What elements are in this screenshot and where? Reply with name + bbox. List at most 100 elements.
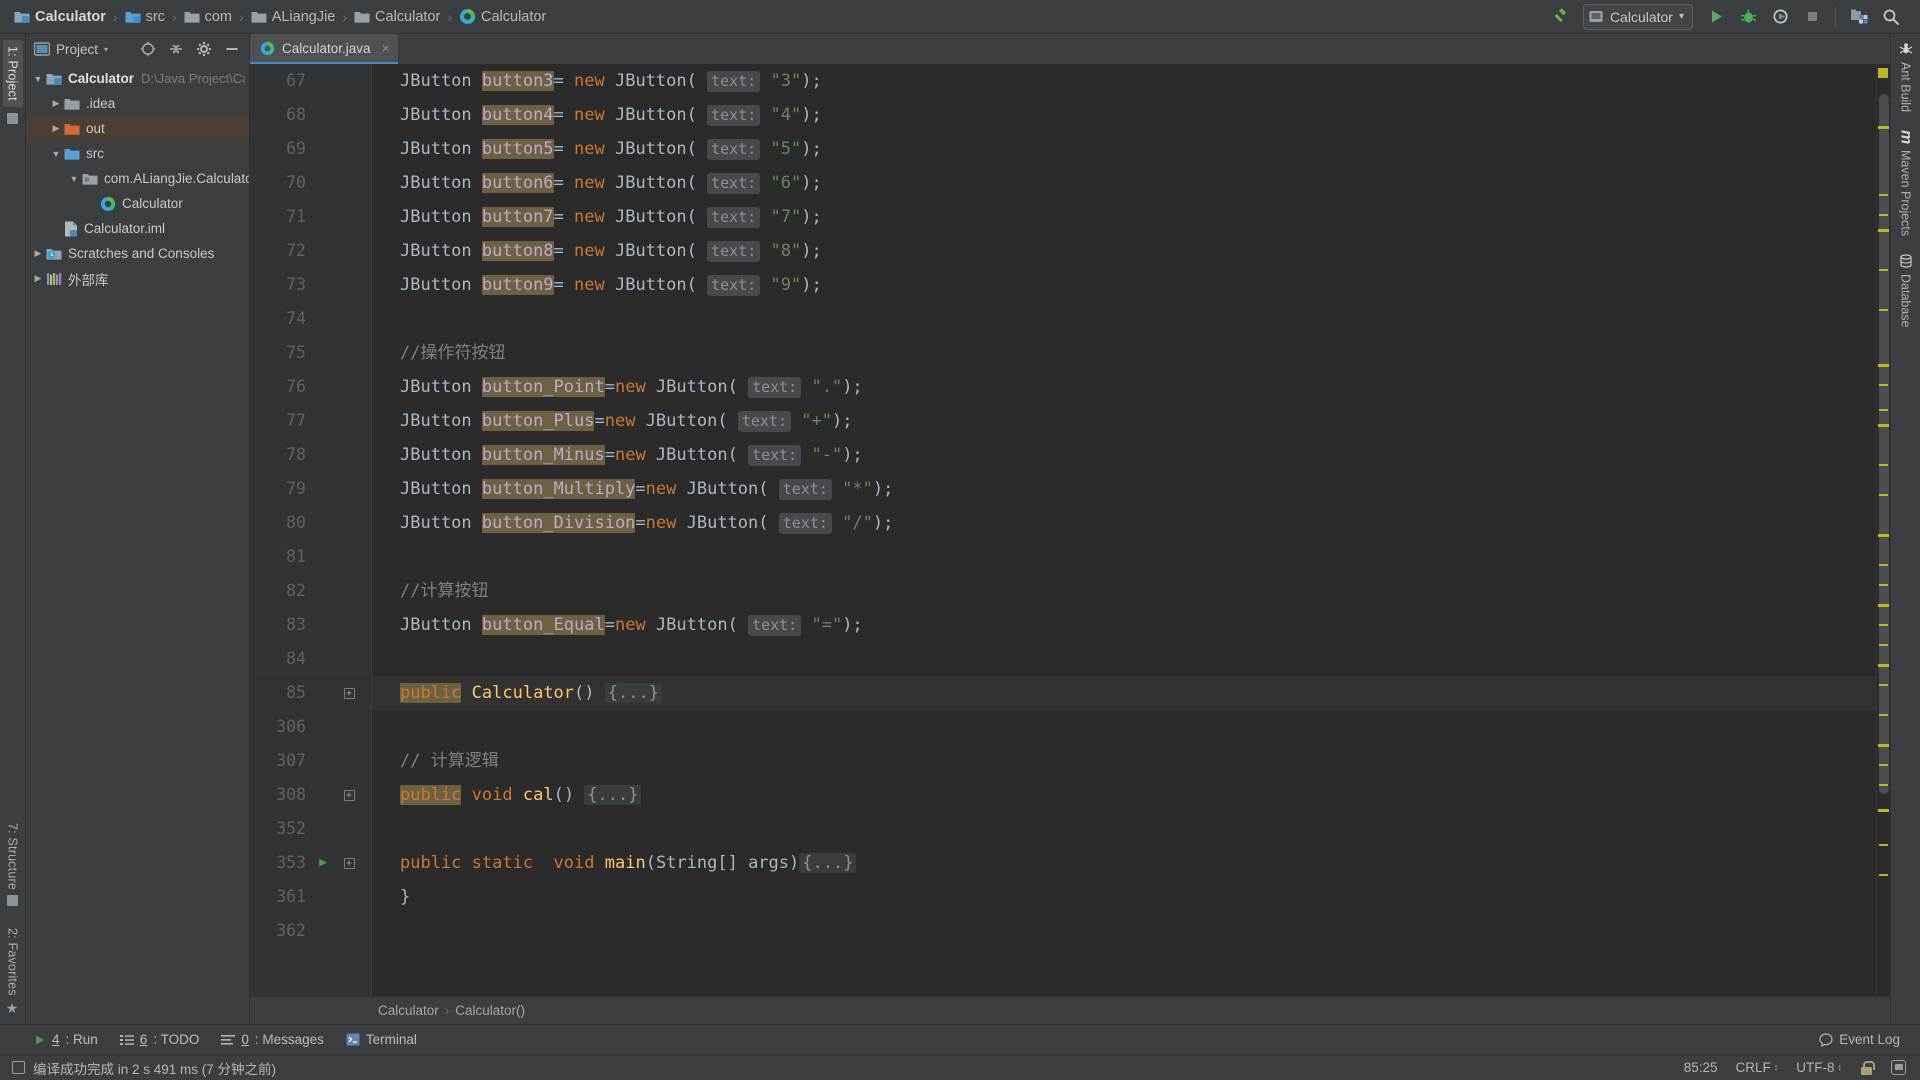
sidebar-item-structure[interactable]: 7: Structure — [3, 817, 23, 912]
chevron-right-icon[interactable]: ▶ — [48, 123, 64, 134]
tree-node-scratches-and-consoles[interactable]: ▶ Scratches and Consoles — [26, 241, 249, 266]
inspection-marker[interactable] — [1879, 584, 1888, 586]
tree-node-calculator[interactable]: Calculator — [26, 191, 249, 216]
tree-node-out[interactable]: ▶ out — [26, 116, 249, 141]
chevron-right-icon[interactable]: ▶ — [30, 273, 46, 284]
gutter-line[interactable]: 308 + — [250, 778, 371, 812]
code-line[interactable]: JButton button7= new JButton( text: "7")… — [372, 200, 1876, 234]
breadcrumb-item-aliangjie[interactable]: ALiangJie — [247, 7, 340, 27]
code-line[interactable]: // 计算逻辑 — [372, 744, 1876, 778]
tool-window-button-todo[interactable]: 6: TODO — [119, 1032, 199, 1047]
chevron-updown-icon[interactable]: ↕ — [1774, 1063, 1779, 1072]
inspection-marker[interactable] — [1879, 309, 1888, 311]
inspection-marker[interactable] — [1879, 464, 1888, 466]
tree-node-com-aliangjie-calculator[interactable]: ▼ com.ALiangJie.Calculator — [26, 166, 249, 191]
gutter-line[interactable]: 75 — [250, 336, 371, 370]
code-line[interactable]: public Calculator() {...} — [372, 676, 1876, 710]
code-line[interactable]: JButton button_Plus=new JButton( text: "… — [372, 404, 1876, 438]
search-everywhere-button[interactable] — [1876, 3, 1906, 31]
sidebar-item-favorites[interactable]: 2: Favorites ★ — [3, 922, 23, 1018]
code-line[interactable]: //计算按钮 — [372, 574, 1876, 608]
code-line[interactable] — [372, 812, 1876, 846]
inspection-marker[interactable] — [1879, 784, 1888, 786]
gutter-line[interactable]: 352 — [250, 812, 371, 846]
gutter-line[interactable]: 74 — [250, 302, 371, 336]
sidebar-item-ant-build[interactable]: Ant Build — [1899, 42, 1913, 112]
code-line[interactable]: JButton button4= new JButton( text: "4")… — [372, 98, 1876, 132]
breadcrumb-item-com[interactable]: com — [180, 7, 236, 27]
breadcrumb-item-calculator[interactable]: Calculator — [455, 6, 550, 27]
code-line[interactable]: JButton button5= new JButton( text: "5")… — [372, 132, 1876, 166]
caret-position[interactable]: 85:25 — [1684, 1060, 1718, 1075]
gutter-line[interactable]: 70 — [250, 166, 371, 200]
inspection-marker[interactable] — [1879, 214, 1888, 216]
gutter-line[interactable]: 78 — [250, 438, 371, 472]
code-line[interactable]: public static void main(String[] args) {.… — [372, 846, 1876, 880]
editor-gutter[interactable]: 67 68 69 70 71 72 73 74 75 76 77 78 79 80 81 82 83 84 85 +3… — [250, 64, 372, 996]
unlocked-icon[interactable] — [1860, 1060, 1875, 1075]
close-icon[interactable]: × — [382, 40, 390, 56]
chevron-down-icon[interactable]: ▾ — [104, 45, 108, 54]
chevron-down-icon[interactable]: ▾ — [1679, 11, 1684, 22]
code-line[interactable]: JButton button_Point=new JButton( text: … — [372, 370, 1876, 404]
tree-node--[interactable]: ▶ 外部库 — [26, 266, 249, 291]
fold-toggle-icon[interactable]: + — [334, 676, 364, 710]
build-hammer-icon[interactable] — [1545, 3, 1575, 31]
error-marker-strip[interactable] — [1876, 64, 1890, 996]
tool-window-button-terminal[interactable]: Terminal — [346, 1032, 417, 1047]
settings-gear-icon[interactable] — [193, 38, 215, 60]
inspection-marker[interactable] — [1878, 744, 1889, 747]
tree-node-calculator[interactable]: ▼ Calculator D:\Java Project\Calc — [26, 66, 249, 91]
gutter-line[interactable]: 84 — [250, 642, 371, 676]
inspection-marker[interactable] — [1879, 644, 1888, 646]
gutter-line[interactable]: 85 + — [250, 676, 371, 710]
tree-node--idea[interactable]: ▶ .idea — [26, 91, 249, 116]
project-structure-button[interactable] — [1844, 3, 1874, 31]
stop-button[interactable] — [1797, 3, 1827, 31]
gutter-line[interactable]: 361 — [250, 880, 371, 914]
inspection-marker[interactable] — [1879, 409, 1888, 411]
collapse-all-icon[interactable] — [165, 38, 187, 60]
gutter-line[interactable]: 81 — [250, 540, 371, 574]
gutter-line[interactable]: 72 — [250, 234, 371, 268]
chevron-right-icon[interactable]: ▶ — [30, 248, 46, 259]
event-log-button[interactable]: Event Log — [1819, 1032, 1910, 1047]
editor-breadcrumb-item[interactable]: Calculator() — [455, 1003, 525, 1018]
inspection-marker[interactable] — [1879, 624, 1888, 626]
inspection-face-icon[interactable] — [1891, 1060, 1906, 1075]
chevron-right-icon[interactable]: ▶ — [48, 98, 64, 109]
gutter-line[interactable]: 77 — [250, 404, 371, 438]
code-line[interactable]: JButton button_Equal=new JButton( text: … — [372, 608, 1876, 642]
inspection-marker[interactable] — [1879, 844, 1888, 846]
run-configuration-selector[interactable]: Calculator ▾ — [1582, 3, 1693, 30]
code-line[interactable] — [372, 302, 1876, 336]
inspection-marker[interactable] — [1879, 764, 1888, 766]
inspection-marker[interactable] — [1878, 424, 1889, 427]
inspection-marker[interactable] — [1878, 809, 1889, 812]
code-line[interactable]: JButton button6= new JButton( text: "6")… — [372, 166, 1876, 200]
code-line[interactable]: JButton button9= new JButton( text: "9")… — [372, 268, 1876, 302]
inspection-marker[interactable] — [1879, 194, 1888, 196]
sidebar-item-database[interactable]: Database — [1899, 254, 1913, 328]
sidebar-item-project[interactable]: 1: Project — [2, 40, 23, 107]
inspection-marker[interactable] — [1878, 604, 1889, 607]
chevron-down-icon[interactable]: ▼ — [48, 149, 64, 159]
inspection-marker[interactable] — [1879, 684, 1888, 686]
editor-scrollbar-thumb[interactable] — [1879, 94, 1889, 794]
line-separator-selector[interactable]: CRLF ↕ — [1735, 1060, 1778, 1075]
run-button[interactable] — [1701, 3, 1731, 31]
gutter-line[interactable]: 353 ▶ + — [250, 846, 371, 880]
tool-window-button-messages[interactable]: 0: Messages — [221, 1032, 324, 1047]
inspection-marker[interactable] — [1879, 384, 1888, 386]
inspection-marker[interactable] — [1879, 714, 1888, 716]
breadcrumb-item-calculator[interactable]: Calculator — [10, 7, 110, 27]
locate-icon[interactable] — [137, 38, 159, 60]
code-line[interactable]: JButton button3= new JButton( text: "3")… — [372, 64, 1876, 98]
chevron-updown-icon[interactable]: ↕ — [1838, 1063, 1843, 1072]
code-line[interactable]: JButton button_Division=new JButton( tex… — [372, 506, 1876, 540]
tab-calculator-java[interactable]: Calculator.java × — [250, 34, 398, 64]
gutter-line[interactable]: 68 — [250, 98, 371, 132]
code-line[interactable]: JButton button_Minus=new JButton( text: … — [372, 438, 1876, 472]
run-gutter-icon[interactable]: ▶ — [312, 846, 334, 880]
gutter-line[interactable]: 69 — [250, 132, 371, 166]
